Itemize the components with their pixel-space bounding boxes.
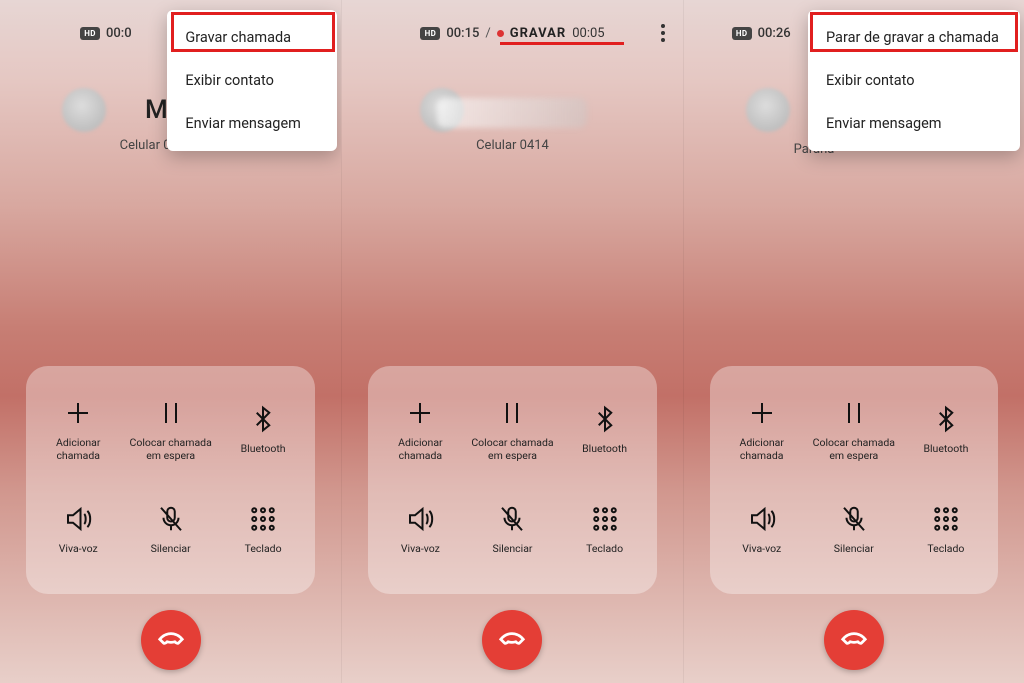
pause-icon xyxy=(497,398,527,428)
hd-badge: HD xyxy=(80,27,100,40)
keypad-label: Teclado xyxy=(927,542,964,555)
contact-block xyxy=(342,88,682,128)
call-controls-panel: Adicionar chamada Colocar chamada em esp… xyxy=(26,366,315,594)
phone-hangup-icon xyxy=(839,623,869,657)
record-dot-icon xyxy=(497,30,504,37)
overflow-menu: Parar de gravar a chamada Exibir contato… xyxy=(808,10,1020,151)
menu-item-record-call[interactable]: Gravar chamada xyxy=(167,16,337,59)
keypad-button[interactable]: Teclado xyxy=(900,480,992,580)
speaker-button[interactable]: Viva-voz xyxy=(374,480,466,580)
hd-badge: HD xyxy=(420,27,440,40)
keypad-button[interactable]: Teclado xyxy=(217,480,309,580)
keypad-icon xyxy=(248,504,278,534)
call-controls-panel: Adicionar chamada Colocar chamada em esp… xyxy=(368,366,656,594)
screen-3: HD 00:26 Paraná Parar de gravar a chamad… xyxy=(683,0,1024,683)
avatar xyxy=(746,88,790,132)
screen-2: HD 00:15 / GRAVAR 00:05 Celular 0414 Adi… xyxy=(341,0,682,683)
record-timer: 00:05 xyxy=(572,26,604,41)
bluetooth-icon xyxy=(590,404,620,434)
mic-off-icon xyxy=(839,504,869,534)
contact-name-blur xyxy=(437,98,587,128)
more-options-button[interactable] xyxy=(653,22,673,44)
screen-1: HD 00:0 M Celular 04141992 Gravar chamad… xyxy=(0,0,341,683)
avatar xyxy=(62,88,106,132)
call-timer: 00:26 xyxy=(758,26,791,41)
speaker-label: Viva-voz xyxy=(401,542,440,555)
menu-item-send-message[interactable]: Enviar mensagem xyxy=(167,102,337,145)
speaker-button[interactable]: Viva-voz xyxy=(32,480,124,580)
keypad-label: Teclado xyxy=(245,542,282,555)
call-controls-panel: Adicionar chamada Colocar chamada em esp… xyxy=(710,366,998,594)
overflow-menu: Gravar chamada Exibir contato Enviar men… xyxy=(167,10,337,151)
call-timer: 00:15 xyxy=(446,26,479,41)
mic-off-icon xyxy=(497,504,527,534)
bluetooth-label: Bluetooth xyxy=(582,442,627,455)
bluetooth-label: Bluetooth xyxy=(923,442,968,455)
add-call-label: Adicionar chamada xyxy=(717,436,807,462)
speaker-icon xyxy=(747,504,777,534)
add-call-button[interactable]: Adicionar chamada xyxy=(374,380,466,480)
hold-call-label: Colocar chamada em espera xyxy=(126,436,216,462)
speaker-label: Viva-voz xyxy=(742,542,781,555)
mute-label: Silenciar xyxy=(492,542,532,555)
keypad-icon xyxy=(931,504,961,534)
menu-item-show-contact[interactable]: Exibir contato xyxy=(167,59,337,102)
hold-call-button[interactable]: Colocar chamada em espera xyxy=(466,380,558,480)
hold-call-label: Colocar chamada em espera xyxy=(467,436,557,462)
speaker-button[interactable]: Viva-voz xyxy=(716,480,808,580)
mute-button[interactable]: Silenciar xyxy=(124,480,216,580)
pause-icon xyxy=(156,398,186,428)
highlight-underline xyxy=(500,42,624,45)
menu-item-show-contact[interactable]: Exibir contato xyxy=(808,59,1020,102)
plus-icon xyxy=(747,398,777,428)
end-call-button[interactable] xyxy=(141,610,201,670)
add-call-label: Adicionar chamada xyxy=(375,436,465,462)
speaker-icon xyxy=(405,504,435,534)
keypad-icon xyxy=(590,504,620,534)
add-call-label: Adicionar chamada xyxy=(33,436,123,462)
contact-name-partial: M xyxy=(145,95,168,125)
call-timer: 00:0 xyxy=(106,26,132,41)
contact-subline: Celular 0414 xyxy=(342,138,682,153)
bluetooth-icon xyxy=(931,404,961,434)
bluetooth-button[interactable]: Bluetooth xyxy=(900,380,992,480)
add-call-button[interactable]: Adicionar chamada xyxy=(32,380,124,480)
phone-hangup-icon xyxy=(156,623,186,657)
end-call-button[interactable] xyxy=(824,610,884,670)
end-call-button[interactable] xyxy=(482,610,542,670)
hold-call-label: Colocar chamada em espera xyxy=(809,436,899,462)
mic-off-icon xyxy=(156,504,186,534)
keypad-label: Teclado xyxy=(586,542,623,555)
keypad-button[interactable]: Teclado xyxy=(559,480,651,580)
bluetooth-button[interactable]: Bluetooth xyxy=(559,380,651,480)
mute-button[interactable]: Silenciar xyxy=(808,480,900,580)
speaker-icon xyxy=(63,504,93,534)
plus-icon xyxy=(63,398,93,428)
hold-call-button[interactable]: Colocar chamada em espera xyxy=(808,380,900,480)
hd-badge: HD xyxy=(732,27,752,40)
mute-button[interactable]: Silenciar xyxy=(466,480,558,580)
speaker-label: Viva-voz xyxy=(59,542,98,555)
mute-label: Silenciar xyxy=(834,542,874,555)
pause-icon xyxy=(839,398,869,428)
call-topbar: HD 00:15 / GRAVAR 00:05 xyxy=(342,22,682,44)
add-call-button[interactable]: Adicionar chamada xyxy=(716,380,808,480)
plus-icon xyxy=(405,398,435,428)
menu-item-send-message[interactable]: Enviar mensagem xyxy=(808,102,1020,145)
bluetooth-label: Bluetooth xyxy=(241,442,286,455)
bluetooth-button[interactable]: Bluetooth xyxy=(217,380,309,480)
separator: / xyxy=(485,26,490,41)
mute-label: Silenciar xyxy=(151,542,191,555)
menu-item-stop-recording[interactable]: Parar de gravar a chamada xyxy=(808,16,1020,59)
record-label: GRAVAR xyxy=(510,26,567,41)
phone-hangup-icon xyxy=(497,623,527,657)
bluetooth-icon xyxy=(248,404,278,434)
hold-call-button[interactable]: Colocar chamada em espera xyxy=(124,380,216,480)
